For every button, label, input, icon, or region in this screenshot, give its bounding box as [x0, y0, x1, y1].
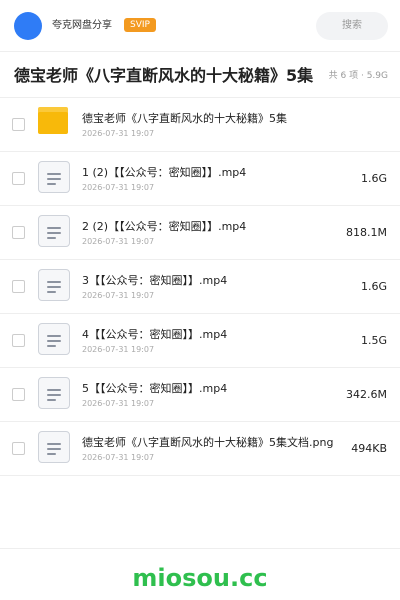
file-size: 1.5G	[360, 334, 387, 347]
file-date: 2026-07-31 19:07	[82, 129, 155, 138]
file-date: 2026-07-31 19:07	[82, 453, 155, 462]
row-checkbox[interactable]	[12, 442, 25, 455]
file-row[interactable]: 5【【公众号：密知圈】】.mp4 2026-07-31 19:07 342.6M	[0, 368, 400, 422]
file-name: 德宝老师《八字直断风水的十大秘籍》5集文档.png	[82, 436, 334, 449]
file-name: 德宝老师《八字直断风水的十大秘籍》5集	[82, 112, 287, 125]
file-icon	[38, 431, 70, 463]
row-checkbox[interactable]	[12, 388, 25, 401]
row-checkbox[interactable]	[12, 334, 25, 347]
file-size: 1.6G	[360, 172, 387, 185]
file-row[interactable]: 德宝老师《八字直断风水的十大秘籍》5集文档.png 2026-07-31 19:…	[0, 422, 400, 476]
footer-divider	[0, 548, 400, 549]
svip-badge: SVIP	[124, 18, 156, 32]
file-size: 1.6G	[360, 280, 387, 293]
file-name: 3【【公众号：密知圈】】.mp4	[82, 274, 228, 287]
file-size: 342.6M	[346, 388, 387, 401]
file-date: 2026-07-31 19:07	[82, 237, 155, 246]
file-name: 2 (2)【【公众号：密知圈】】.mp4	[82, 220, 247, 233]
avatar[interactable]	[14, 12, 42, 40]
file-date: 2026-07-31 19:07	[82, 345, 155, 354]
file-icon	[38, 215, 70, 247]
file-row[interactable]: 2 (2)【【公众号：密知圈】】.mp4 2026-07-31 19:07 81…	[0, 206, 400, 260]
file-icon	[38, 161, 70, 193]
page-title: 德宝老师《八字直断风水的十大秘籍》5集	[14, 66, 314, 85]
row-checkbox[interactable]	[12, 172, 25, 185]
file-date: 2026-07-31 19:07	[82, 399, 155, 408]
file-date: 2026-07-31 19:07	[82, 291, 155, 300]
folder-icon	[38, 107, 70, 139]
file-icon	[38, 269, 70, 301]
watermark-text: miosou.cc	[132, 564, 268, 592]
user-name: 夸克网盘分享	[52, 20, 112, 31]
file-name: 4【【公众号：密知圈】】.mp4	[82, 328, 228, 341]
file-size: 818.1M	[346, 226, 387, 239]
file-date: 2026-07-31 19:07	[82, 183, 155, 192]
file-name: 1 (2)【【公众号：密知圈】】.mp4	[82, 166, 247, 179]
file-row[interactable]: 1 (2)【【公众号：密知圈】】.mp4 2026-07-31 19:07 1.…	[0, 152, 400, 206]
file-size: 494KB	[351, 442, 387, 455]
row-checkbox[interactable]	[12, 226, 25, 239]
file-name: 5【【公众号：密知圈】】.mp4	[82, 382, 228, 395]
file-row[interactable]: 4【【公众号：密知圈】】.mp4 2026-07-31 19:07 1.5G	[0, 314, 400, 368]
file-row[interactable]: 3【【公众号：密知圈】】.mp4 2026-07-31 19:07 1.6G	[0, 260, 400, 314]
file-icon	[38, 323, 70, 355]
share-title-bar: 德宝老师《八字直断风水的十大秘籍》5集 共 6 项 · 5.9G	[0, 52, 400, 98]
row-checkbox[interactable]	[12, 280, 25, 293]
search-button[interactable]: 搜索	[316, 12, 388, 40]
file-icon	[38, 377, 70, 409]
share-meta: 共 6 项 · 5.9G	[328, 71, 388, 81]
file-row-folder[interactable]: 德宝老师《八字直断风水的十大秘籍》5集 2026-07-31 19:07	[0, 98, 400, 152]
header-bar: 夸克网盘分享 SVIP 搜索	[0, 0, 400, 52]
row-checkbox[interactable]	[12, 118, 25, 131]
